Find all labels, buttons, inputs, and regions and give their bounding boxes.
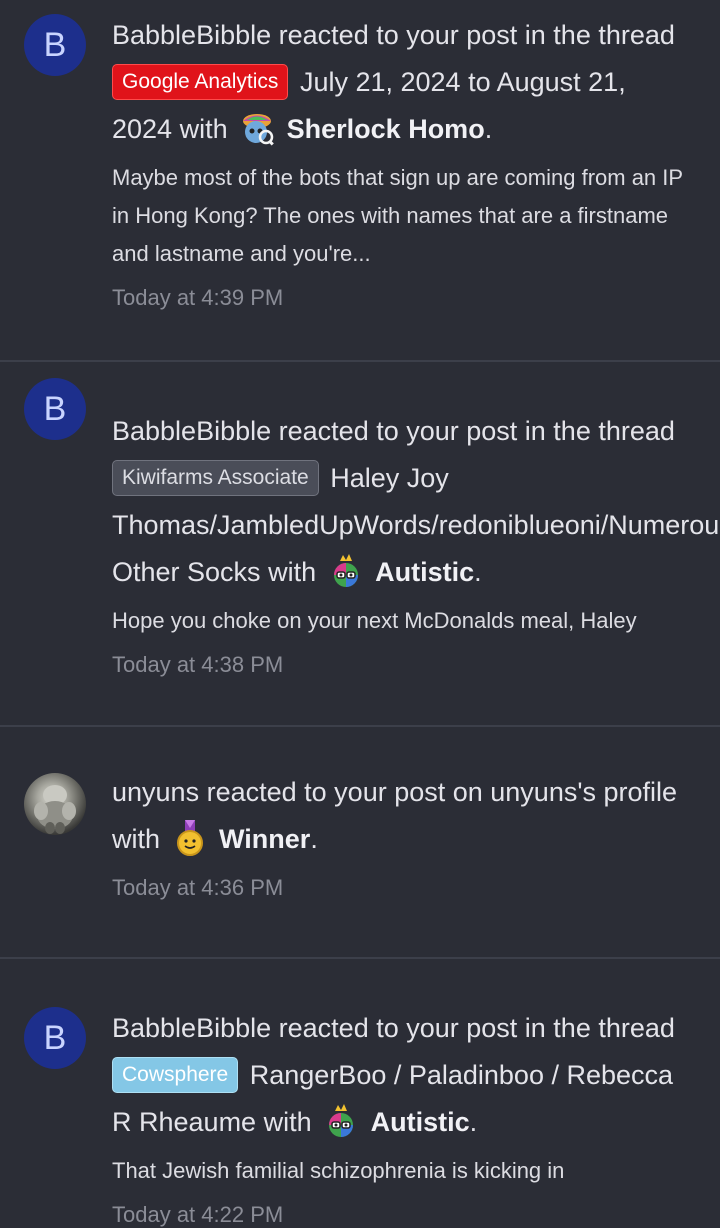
post-snippet[interactable]: Hope you choke on your next McDonalds me… (112, 602, 692, 640)
avatar-figure-icon (34, 785, 76, 834)
winner-medal-icon (176, 820, 203, 856)
autistic-reaction-icon (333, 554, 358, 587)
alert-item[interactable]: B BabbleBibble reacted to your post in t… (0, 959, 720, 1227)
post-snippet[interactable]: That Jewish familial schizophrenia is ki… (112, 1152, 692, 1190)
thread-prefix-badge[interactable]: Google Analytics (112, 64, 289, 100)
thread-prefix-badge[interactable]: Cowsphere (112, 1057, 239, 1093)
alert-timestamp: Today at 4:22 PM (112, 1202, 284, 1227)
avatar[interactable]: B (24, 378, 86, 440)
avatar[interactable]: B (24, 1007, 86, 1069)
with-text: with (268, 557, 317, 587)
with-text: with (179, 114, 228, 144)
username-link[interactable]: BabbleBibble (112, 20, 271, 50)
username-link[interactable]: BabbleBibble (112, 1013, 271, 1043)
reaction-name: Sherlock Homo (286, 114, 485, 144)
reaction-name: Autistic (375, 557, 475, 587)
autistic-reaction-icon (329, 1104, 354, 1137)
alert-item[interactable]: B BabbleBibble reacted to your post in t… (0, 362, 720, 727)
username-link[interactable]: BabbleBibble (112, 416, 271, 446)
thread-prefix-badge[interactable]: Kiwifarms Associate (112, 460, 319, 496)
alert-text: unyuns reacted to your post on unyuns's … (112, 769, 692, 863)
alert-text: BabbleBibble reacted to your post in the… (112, 1005, 692, 1146)
reaction-name: Autistic (370, 1107, 470, 1137)
alert-text: BabbleBibble reacted to your post in the… (112, 12, 692, 153)
action-text: reacted to your post in the thread (278, 416, 675, 446)
alert-timestamp: Today at 4:39 PM (112, 285, 284, 310)
alert-timestamp: Today at 4:36 PM (112, 875, 284, 900)
action-text[interactable]: reacted to your post on unyuns's profile (207, 777, 677, 807)
punctuation: . (484, 114, 493, 144)
user-avatar-image[interactable] (24, 773, 86, 835)
with-text: with (263, 1107, 312, 1137)
reaction-name: Winner (219, 824, 311, 854)
action-text: reacted to your post in the thread (278, 1013, 675, 1043)
with-text: with (112, 824, 161, 854)
punctuation: . (469, 1107, 478, 1137)
punctuation: . (474, 557, 482, 587)
punctuation: . (310, 824, 318, 854)
alert-item[interactable]: unyuns reacted to your post on unyuns's … (0, 727, 720, 959)
sherlock-reaction-icon (243, 114, 274, 146)
post-snippet[interactable]: Maybe most of the bots that sign up are … (112, 159, 692, 273)
avatar[interactable]: B (24, 14, 86, 76)
action-text: reacted to your post in the thread (278, 20, 675, 50)
alert-item[interactable]: B BabbleBibble reacted to your post in t… (0, 0, 720, 362)
alert-text: BabbleBibble reacted to your post in the… (112, 408, 720, 596)
alert-timestamp: Today at 4:38 PM (112, 652, 284, 677)
alerts-feed: B BabbleBibble reacted to your post in t… (0, 0, 720, 1227)
username-link[interactable]: unyuns (112, 777, 199, 807)
